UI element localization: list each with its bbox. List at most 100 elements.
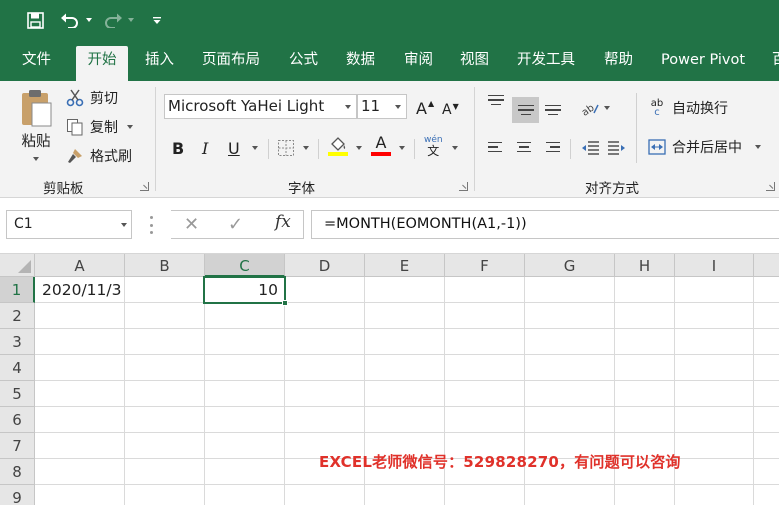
gridline: [753, 277, 754, 505]
row-header-4[interactable]: 4: [0, 355, 35, 381]
tab-developer[interactable]: 开发工具: [513, 48, 579, 81]
row-header-9[interactable]: 9: [0, 485, 35, 505]
save-icon[interactable]: [24, 8, 46, 32]
select-all-button[interactable]: [0, 254, 35, 277]
increase-indent-button[interactable]: [607, 138, 627, 158]
paste-button[interactable]: 粘贴: [14, 88, 58, 168]
fill-handle[interactable]: [282, 300, 288, 306]
bold-button[interactable]: B: [172, 137, 184, 159]
redo-dropdown-icon[interactable]: [126, 8, 136, 32]
fill-color-swatch: [328, 152, 348, 156]
align-right-button[interactable]: [541, 136, 563, 158]
chevron-down-icon[interactable]: [121, 211, 127, 238]
row-header-3[interactable]: 3: [0, 329, 35, 355]
row-header-2[interactable]: 2: [0, 303, 35, 329]
cell-a1[interactable]: 2020/11/3: [36, 277, 124, 303]
column-header-a[interactable]: A: [35, 254, 125, 277]
clipboard-launcher-icon[interactable]: [140, 182, 149, 191]
paste-dropdown-icon[interactable]: [33, 157, 39, 161]
worksheet-grid[interactable]: A B C D E F G H I 1 2 3 4 5 6 7 8 9 2020…: [0, 254, 779, 505]
font-color-button[interactable]: A: [371, 134, 391, 160]
font-color-swatch: [371, 152, 391, 156]
column-header-h[interactable]: H: [615, 254, 675, 277]
fill-color-dropdown-icon[interactable]: [356, 146, 362, 150]
column-header-g[interactable]: G: [525, 254, 615, 277]
customize-toolbar-icon[interactable]: [151, 8, 163, 32]
phonetic-guide-button[interactable]: wén 文: [424, 135, 443, 161]
undo-icon[interactable]: [59, 8, 81, 32]
bottom-align-button[interactable]: [542, 99, 564, 121]
tab-view[interactable]: 视图: [456, 48, 493, 81]
merge-dropdown-icon[interactable]: [755, 145, 761, 149]
align-left-button[interactable]: [485, 136, 507, 158]
column-header-i[interactable]: I: [675, 254, 754, 277]
formula-input[interactable]: =MONTH(EOMONTH(A1,-1)): [311, 210, 779, 239]
row-header-5[interactable]: 5: [0, 381, 35, 407]
tab-review[interactable]: 审阅: [400, 48, 437, 81]
underline-button[interactable]: U: [228, 137, 240, 159]
cut-button[interactable]: 剪切: [66, 87, 118, 109]
row-header-8[interactable]: 8: [0, 459, 35, 485]
undo-dropdown-icon[interactable]: [84, 8, 94, 32]
gridline: [284, 277, 285, 505]
ribbon-home: 粘贴 剪切 复制 格式刷 剪贴板 Microsoft YaHei Light 1…: [0, 81, 779, 198]
clipboard-group-label: 剪贴板: [43, 181, 84, 197]
insert-function-icon[interactable]: fx: [275, 212, 291, 232]
middle-align-button[interactable]: [512, 97, 539, 123]
copy-button[interactable]: 复制: [66, 116, 133, 138]
tab-power-pivot[interactable]: Power Pivot: [657, 48, 749, 81]
tab-formulas[interactable]: 公式: [285, 48, 322, 81]
column-header-overflow[interactable]: [754, 254, 779, 277]
row-header-7[interactable]: 7: [0, 433, 35, 459]
font-launcher-icon[interactable]: [459, 182, 468, 191]
gridline: [35, 432, 779, 433]
font-name-select[interactable]: Microsoft YaHei Light: [164, 94, 357, 119]
enter-icon[interactable]: ✓: [228, 214, 243, 235]
borders-button[interactable]: [277, 138, 295, 158]
font-size-select[interactable]: 11: [357, 94, 407, 119]
borders-dropdown-icon[interactable]: [303, 146, 309, 150]
excel-window: 文件 开始 插入 页面布局 公式 数据 审阅 视图 开发工具 帮助 Power …: [0, 0, 779, 505]
redo-icon[interactable]: [102, 8, 124, 32]
cancel-icon[interactable]: ✕: [184, 214, 199, 235]
watermark-text: EXCEL老师微信号：529828270，有问题可以咨询: [319, 453, 681, 471]
fill-color-button[interactable]: [328, 136, 348, 160]
tab-help[interactable]: 帮助: [600, 48, 637, 81]
orientation-dropdown-icon[interactable]: [604, 106, 610, 110]
tab-file[interactable]: 文件: [18, 48, 55, 81]
name-box[interactable]: C1: [6, 210, 132, 239]
tab-insert[interactable]: 插入: [141, 48, 178, 81]
phonetic-dropdown-icon[interactable]: [452, 146, 458, 150]
align-center-button[interactable]: [513, 136, 535, 158]
column-header-f[interactable]: F: [445, 254, 525, 277]
tab-home[interactable]: 开始: [76, 46, 128, 81]
tab-data[interactable]: 数据: [342, 48, 379, 81]
grow-font-button[interactable]: A ▲: [416, 97, 434, 119]
borders-icon: [278, 140, 294, 156]
italic-button[interactable]: I: [202, 137, 208, 159]
copy-dropdown-icon[interactable]: [127, 125, 133, 129]
row-header-1[interactable]: 1: [0, 277, 35, 303]
column-header-c[interactable]: C: [205, 254, 285, 277]
row-header-6[interactable]: 6: [0, 407, 35, 433]
shrink-font-button[interactable]: A ▼: [442, 99, 459, 121]
merge-center-button[interactable]: 合并后居中: [648, 136, 761, 158]
decrease-indent-button[interactable]: [580, 138, 600, 158]
quick-access-toolbar: [0, 0, 779, 40]
underline-dropdown-icon[interactable]: [252, 146, 258, 150]
format-painter-button[interactable]: 格式刷: [66, 145, 132, 167]
toolbar-divider: [318, 139, 319, 159]
tab-overflow[interactable]: 百: [768, 48, 779, 81]
font-color-glyph: A: [375, 133, 387, 152]
orientation-button[interactable]: ab: [580, 97, 610, 119]
top-align-button[interactable]: [485, 93, 507, 115]
column-header-d[interactable]: D: [285, 254, 365, 277]
wrap-text-button[interactable]: ab c 自动换行: [648, 97, 728, 119]
alignment-launcher-icon[interactable]: [766, 182, 775, 191]
splitter-handle[interactable]: [150, 216, 153, 234]
column-header-b[interactable]: B: [125, 254, 205, 277]
column-header-e[interactable]: E: [365, 254, 445, 277]
merge-center-label: 合并后居中: [672, 140, 742, 156]
tab-page-layout[interactable]: 页面布局: [198, 48, 264, 81]
font-color-dropdown-icon[interactable]: [399, 146, 405, 150]
